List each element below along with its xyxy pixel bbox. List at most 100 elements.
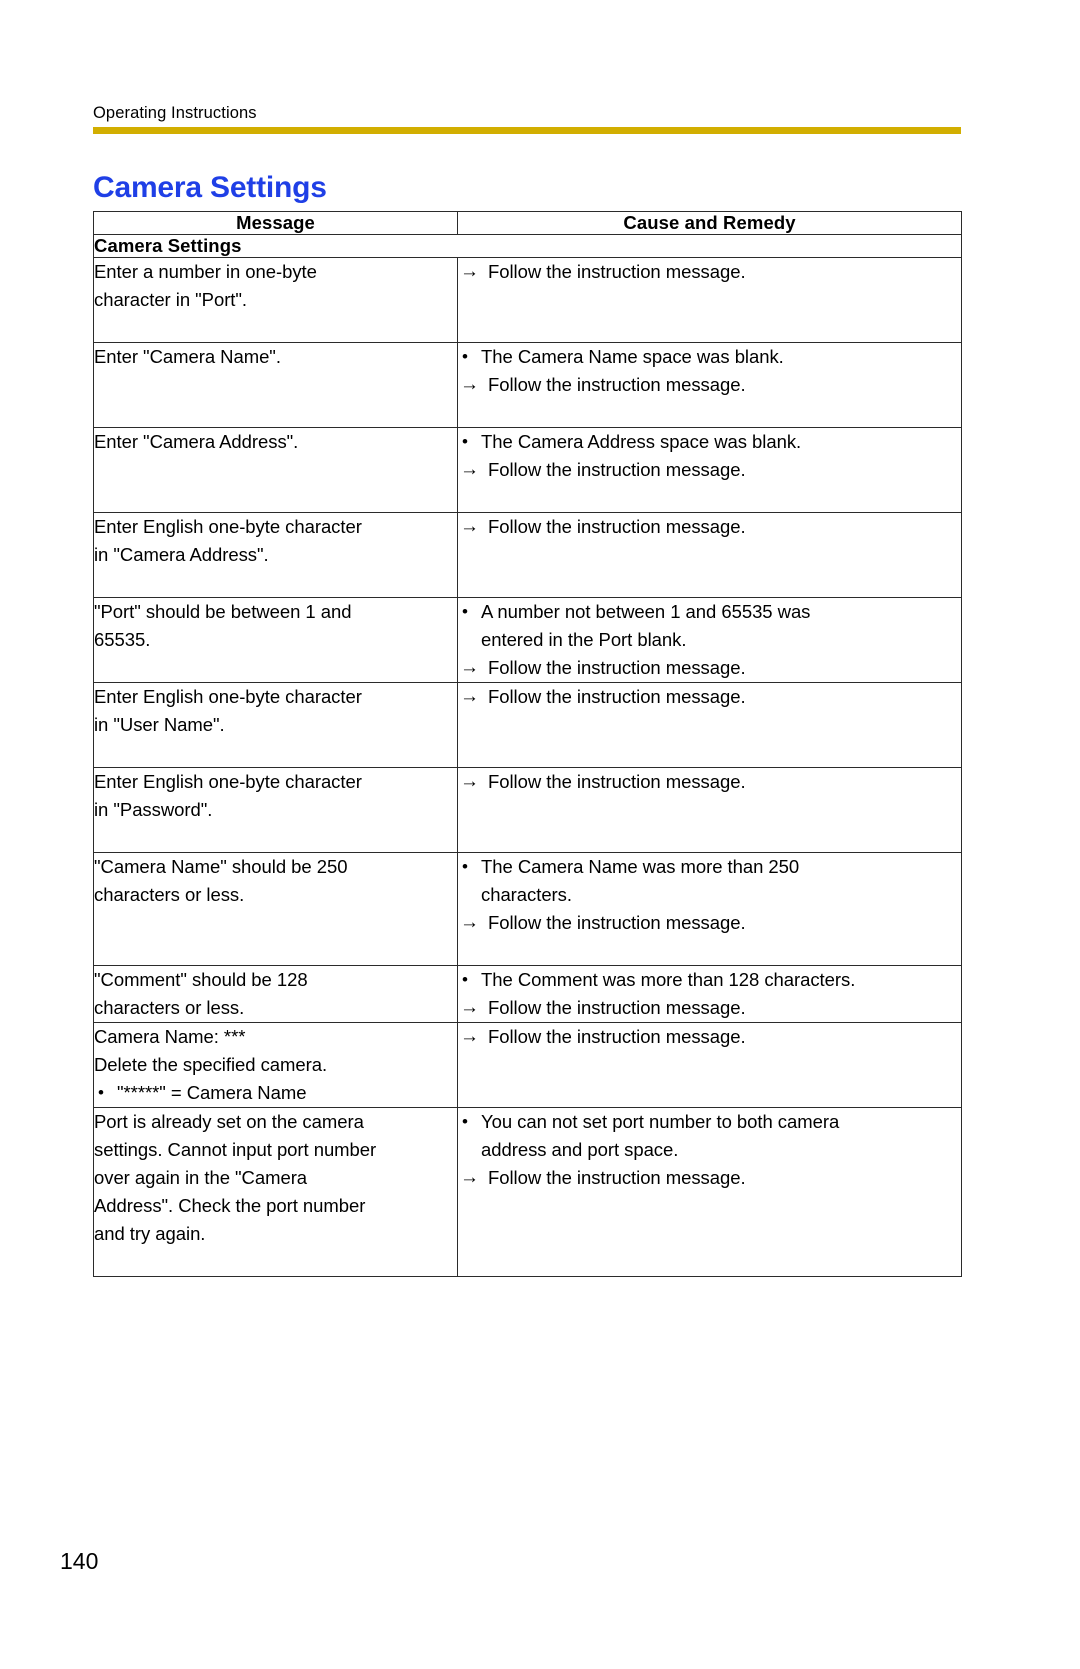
cell-cause-remedy: You can not set port number to both came… [457,1107,962,1277]
layout-spacer [458,711,961,739]
layout-spacer [458,484,961,512]
message-line: "Port" should be between 1 and [94,601,352,622]
layout-spacer [458,541,961,569]
remedy-line: Follow the instruction message. [458,513,961,541]
message-bullet-line: "*****" = Camera Name [94,1079,457,1107]
table-row: Port is already set on the camera setting… [93,1107,962,1277]
cell-cause-remedy: Follow the instruction message. [457,1022,962,1108]
cause-line: The Camera Name was more than 250 [458,853,961,881]
message-line: Address". Check the port number [94,1195,366,1216]
message-line: Enter English one-byte character [94,516,362,537]
cell-message: Enter a number in one-byte character in "… [93,257,458,343]
layout-spacer [458,1220,961,1248]
cell-message: Enter "Camera Address". [93,427,458,513]
message-line: in "Password". [94,799,213,820]
remedy-line: Follow the instruction message. [458,909,961,937]
message-line: characters or less. [94,997,245,1018]
message-line: in "User Name". [94,714,225,735]
cell-cause-remedy: Follow the instruction message. [457,682,962,768]
table-row: Enter a number in one-byte character in "… [93,257,962,343]
column-header-cause-remedy: Cause and Remedy [457,211,962,235]
remedy-line: Follow the instruction message. [458,258,961,286]
remedy-line: Follow the instruction message. [458,994,961,1022]
cause-line: The Camera Name space was blank. [458,343,961,371]
header-rule [93,127,961,134]
page-title: Camera Settings [93,171,327,205]
cause-line-continued: entered in the Port blank. [481,629,687,650]
cause-line-continued: characters. [481,884,572,905]
cell-message: "Port" should be between 1 and 65535. [93,597,458,683]
table-head: Message Cause and Remedy [93,211,962,235]
message-line: and try again. [94,1223,206,1244]
layout-spacer [458,399,961,427]
table-header-row: Message Cause and Remedy [93,211,962,235]
layout-spacer [458,739,961,767]
message-line: Enter "Camera Address". [94,431,299,452]
message-line: "Comment" should be 128 [94,969,308,990]
table-row: Enter English one-byte character in "Pass… [93,767,962,853]
layout-spacer [458,824,961,852]
cell-message: Enter English one-byte character in "User… [93,682,458,768]
cause-line: You can not set port number to both came… [458,1108,961,1136]
cell-message: Port is already set on the camera setting… [93,1107,458,1277]
cause-line: A number not between 1 and 65535 was [458,598,961,626]
layout-spacer [94,739,457,767]
table-row: "Port" should be between 1 and 65535. A nu… [93,597,962,683]
cell-cause-remedy: A number not between 1 and 65535 was ente… [457,597,962,683]
message-line: 65535. [94,629,151,650]
layout-spacer [458,1248,961,1276]
layout-spacer [458,1192,961,1220]
message-line: character in "Port". [94,289,247,310]
cell-message: "Camera Name" should be 250 characters or… [93,852,458,966]
cell-cause-remedy: The Comment was more than 128 characters… [457,965,962,1023]
cell-cause-remedy: The Camera Name space was blank.Follow t… [457,342,962,428]
layout-spacer [458,796,961,824]
layout-spacer [94,484,457,512]
table-row: Enter English one-byte character in "User… [93,682,962,768]
layout-spacer [94,824,457,852]
message-cause-table: Message Cause and Remedy Camera Settings… [93,211,962,1277]
layout-spacer [94,937,457,965]
cell-cause-remedy: The Camera Name was more than 250 charact… [457,852,962,966]
layout-spacer [458,286,961,314]
page-number: 140 [60,1548,99,1574]
section-label-camera-settings: Camera Settings [93,234,962,258]
cell-message: Enter "Camera Name". [93,342,458,428]
table-row: "Comment" should be 128 characters or les… [93,965,962,1023]
layout-spacer [94,371,457,399]
table-row: Enter "Camera Name". The Camera Name spa… [93,342,962,428]
remedy-line: Follow the instruction message. [458,456,961,484]
layout-spacer [458,314,961,342]
document-page: Operating Instructions Camera Settings M… [0,0,1080,1669]
layout-spacer [94,399,457,427]
cell-message: Enter English one-byte character in "Pass… [93,767,458,853]
cell-message: Enter English one-byte character in "Came… [93,512,458,598]
message-line: Enter a number in one-byte [94,261,317,282]
cause-line: The Camera Address space was blank. [458,428,961,456]
message-line: Enter English one-byte character [94,686,362,707]
remedy-line: Follow the instruction message. [458,654,961,682]
layout-spacer [94,569,457,597]
running-header: Operating Instructions [93,104,257,122]
cell-cause-remedy: Follow the instruction message. [457,512,962,598]
layout-spacer [458,937,961,965]
layout-spacer [94,909,457,937]
cell-cause-remedy: The Camera Address space was blank.Follo… [457,427,962,513]
message-line: in "Camera Address". [94,544,269,565]
layout-spacer [94,1248,457,1276]
message-line: Port is already set on the camera [94,1111,364,1132]
layout-spacer [94,456,457,484]
cell-cause-remedy: Follow the instruction message. [457,767,962,853]
column-header-message: Message [93,211,458,235]
message-line: Camera Name: *** [94,1026,246,1047]
cause-line: The Comment was more than 128 characters… [458,966,961,994]
remedy-line: Follow the instruction message. [458,1023,961,1051]
message-line: over again in the "Camera [94,1167,308,1188]
remedy-line: Follow the instruction message. [458,371,961,399]
layout-spacer [458,569,961,597]
remedy-line: Follow the instruction message. [458,683,961,711]
remedy-line: Follow the instruction message. [458,768,961,796]
table-row: "Camera Name" should be 250 characters or… [93,852,962,966]
message-line: Enter English one-byte character [94,771,362,792]
cell-message: "Comment" should be 128 characters or les… [93,965,458,1023]
